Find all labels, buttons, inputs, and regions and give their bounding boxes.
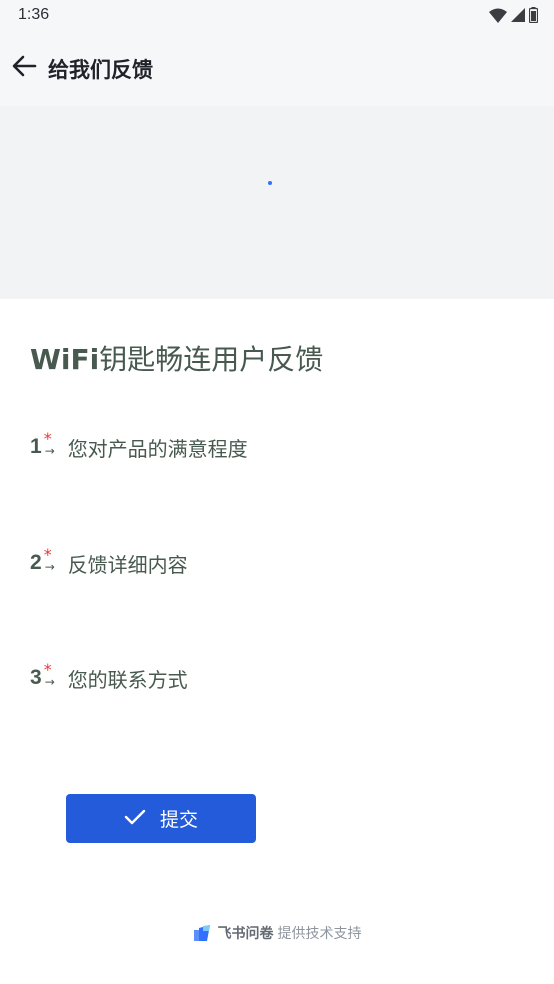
question-2[interactable]: 2 * → 反馈详细内容 [30,545,188,578]
form-title-brand: WiFi [30,343,100,376]
form-title: WiFi钥匙畅连用户反馈 [30,338,323,378]
question-number: 1 [30,435,42,458]
question-marker: * → [43,660,59,693]
footer: 飞书问卷 提供技术支持 [0,920,554,946]
arrow-right-icon: → [44,560,55,574]
cellular-signal-icon [511,8,525,22]
wifi-icon [489,8,507,23]
question-label: 您的联系方式 [67,667,188,692]
question-number: 3 [30,666,42,689]
status-icons [489,6,538,24]
footer-brand[interactable]: 飞书问卷 [218,923,274,943]
question-marker: * → [43,429,59,462]
page-title: 给我们反馈 [48,58,153,82]
app-bar: 给我们反馈 [0,32,554,106]
status-time: 1:36 [18,6,50,23]
question-3[interactable]: 3 * → 您的联系方式 [30,660,188,693]
submit-button[interactable]: 提交 [66,794,256,843]
footer-text: 提供技术支持 [277,926,362,942]
back-button[interactable] [6,50,42,86]
status-bar: 1:36 [0,0,554,32]
submit-button-label: 提交 [159,809,198,831]
question-number: 2 [30,551,42,574]
loading-indicator [268,181,272,185]
question-1[interactable]: 1 * → 您对产品的满意程度 [30,429,248,462]
banner-image-area [0,106,554,299]
question-label: 反馈详细内容 [67,552,188,577]
battery-icon [529,7,538,23]
feishu-survey-logo-icon [193,925,211,941]
form-title-rest: 钥匙畅连用户反馈 [99,343,324,376]
check-icon [124,809,146,829]
question-label: 您对产品的满意程度 [67,436,248,461]
question-marker: * → [43,545,59,578]
arrow-left-icon [11,55,37,81]
arrow-right-icon: → [44,444,55,458]
arrow-right-icon: → [44,675,55,689]
